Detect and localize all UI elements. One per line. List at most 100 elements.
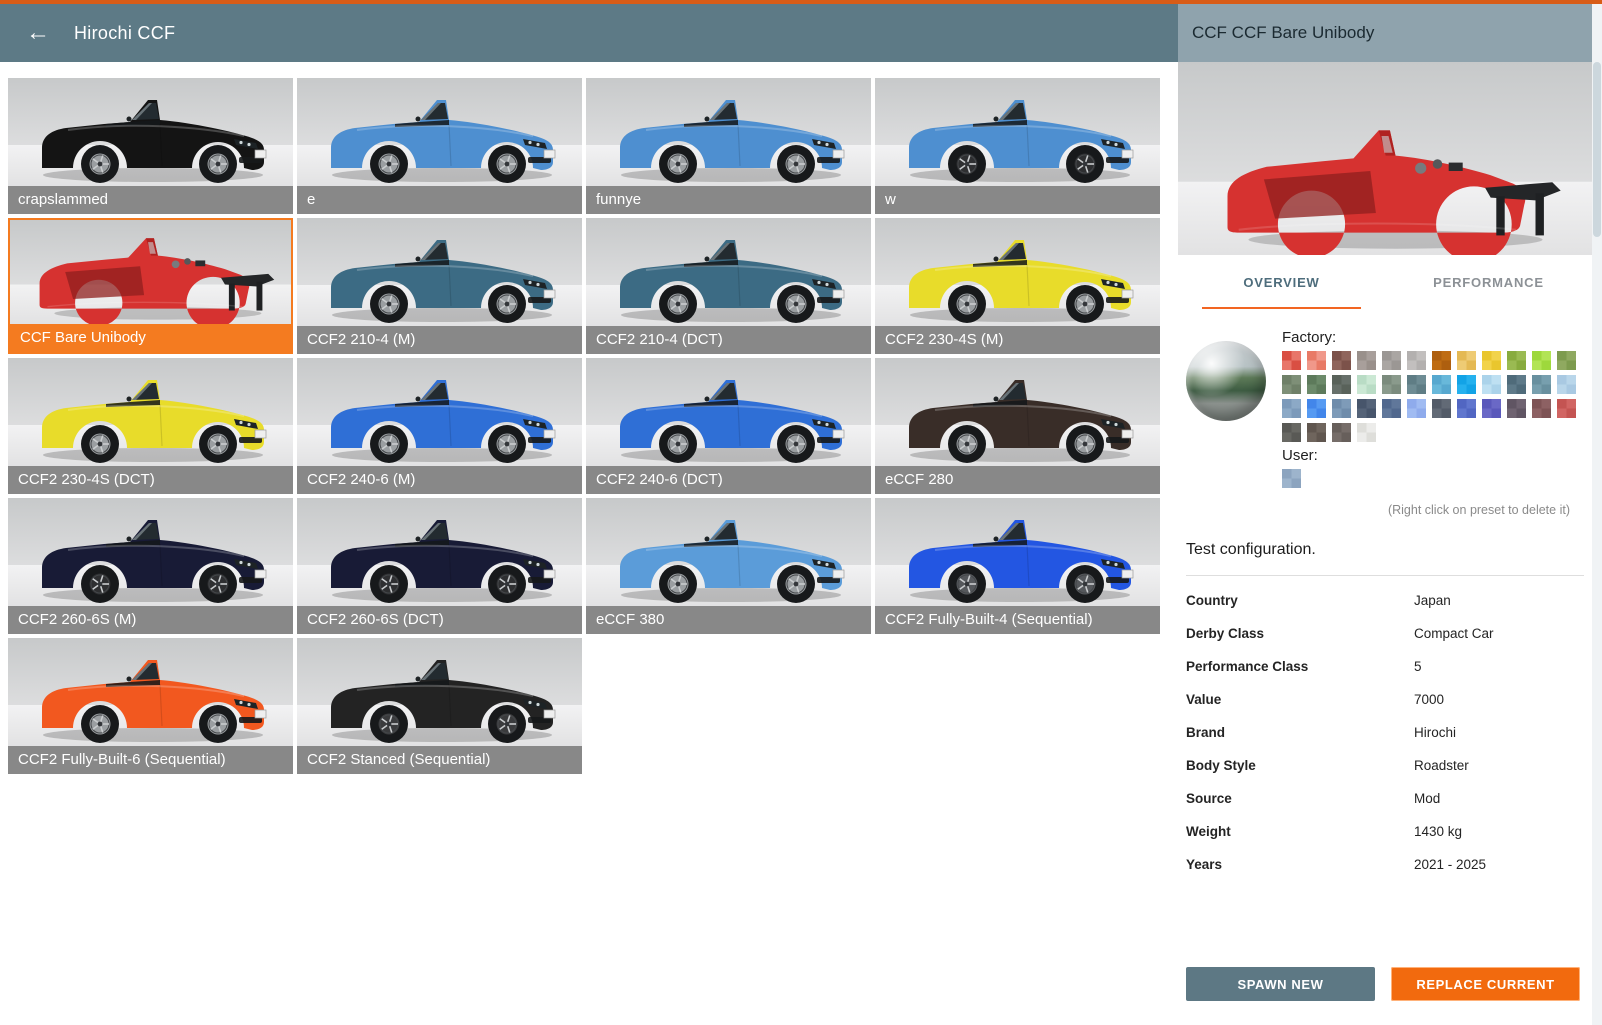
color-swatch[interactable] — [1557, 375, 1576, 394]
selected-config-title: CCF CCF Bare Unibody — [1192, 23, 1375, 42]
vehicle-config-label: CCF2 240-6 (DCT) — [586, 466, 871, 494]
vehicle-config-cell[interactable]: CCF2 230-4S (DCT) — [8, 358, 293, 494]
color-swatch[interactable] — [1407, 399, 1426, 418]
top-accent-strip — [0, 0, 1602, 4]
color-swatch[interactable] — [1432, 399, 1451, 418]
vehicle-config-cell[interactable]: CCF2 260-6S (M) — [8, 498, 293, 634]
vehicle-config-cell[interactable]: CCF2 210-4 (DCT) — [586, 218, 871, 354]
detail-label: Source — [1186, 791, 1232, 806]
tab-overview[interactable]: OVERVIEW — [1178, 255, 1385, 309]
color-swatch[interactable] — [1457, 399, 1476, 418]
color-swatch[interactable] — [1382, 399, 1401, 418]
color-swatch[interactable] — [1557, 351, 1576, 370]
vehicle-config-label: crapslammed — [8, 186, 293, 214]
detail-row: Derby Class Compact Car — [1186, 617, 1584, 650]
color-swatch[interactable] — [1357, 375, 1376, 394]
color-swatch[interactable] — [1457, 351, 1476, 370]
detail-label: Years — [1186, 857, 1223, 872]
vehicle-config-cell[interactable]: CCF2 230-4S (M) — [875, 218, 1160, 354]
color-swatch[interactable] — [1482, 351, 1501, 370]
color-swatch[interactable] — [1282, 469, 1301, 488]
vehicle-config-label: CCF2 Fully-Built-4 (Sequential) — [875, 606, 1160, 634]
swatch-row — [1282, 423, 1576, 442]
vehicle-config-cell[interactable]: CCF Bare Unibody — [8, 218, 293, 354]
vehicle-config-cell[interactable]: CCF2 Fully-Built-4 (Sequential) — [875, 498, 1160, 634]
detail-value: Japan — [1414, 593, 1451, 608]
vehicle-config-label: CCF2 260-6S (M) — [8, 606, 293, 634]
color-swatch[interactable] — [1307, 375, 1326, 394]
vehicle-config-cell[interactable]: eCCF 380 — [586, 498, 871, 634]
vehicle-config-label: CCF Bare Unibody — [10, 324, 291, 352]
factory-label: Factory: — [1282, 329, 1337, 346]
vehicle-config-cell[interactable]: funnye — [586, 78, 871, 214]
color-swatch[interactable] — [1507, 399, 1526, 418]
color-swatch[interactable] — [1307, 399, 1326, 418]
panel-scrollbar[interactable] — [1592, 4, 1602, 1025]
vehicle-config-label: e — [297, 186, 582, 214]
swatch-row — [1282, 399, 1576, 418]
color-swatch[interactable] — [1532, 351, 1551, 370]
color-swatch[interactable] — [1457, 375, 1476, 394]
color-swatch[interactable] — [1332, 351, 1351, 370]
color-swatch[interactable] — [1432, 375, 1451, 394]
vehicle-config-label: eCCF 280 — [875, 466, 1160, 494]
color-swatch[interactable] — [1407, 351, 1426, 370]
detail-value: Mod — [1414, 791, 1441, 806]
detail-row: Body Style Roadster — [1186, 749, 1584, 782]
color-swatch[interactable] — [1507, 375, 1526, 394]
vehicle-config-cell[interactable]: CCF2 210-4 (M) — [297, 218, 582, 354]
color-swatch[interactable] — [1332, 399, 1351, 418]
vehicle-config-cell[interactable]: crapslammed — [8, 78, 293, 214]
color-swatch[interactable] — [1307, 351, 1326, 370]
detail-row: Brand Hirochi — [1186, 716, 1584, 749]
vehicle-config-cell[interactable]: CCF2 260-6S (DCT) — [297, 498, 582, 634]
color-swatch[interactable] — [1557, 399, 1576, 418]
back-arrow-icon[interactable]: ← — [26, 21, 50, 45]
vehicle-config-label: CCF2 Fully-Built-6 (Sequential) — [8, 746, 293, 774]
detail-row: Country Japan — [1186, 584, 1584, 617]
color-swatch[interactable] — [1407, 375, 1426, 394]
vehicle-config-cell[interactable]: CCF2 240-6 (DCT) — [586, 358, 871, 494]
color-swatch[interactable] — [1282, 375, 1301, 394]
replace-current-button[interactable]: REPLACE CURRENT — [1391, 967, 1580, 1001]
vehicle-config-label: w — [875, 186, 1160, 214]
color-swatch[interactable] — [1357, 399, 1376, 418]
swatch-row — [1282, 375, 1576, 394]
config-list-pane: ← Hirochi CCF crapslammed e funnye w CCF… — [0, 4, 1178, 1025]
left-header: ← Hirochi CCF — [0, 4, 1178, 62]
color-swatch[interactable] — [1282, 351, 1301, 370]
color-swatch[interactable] — [1532, 399, 1551, 418]
vehicle-config-cell[interactable]: CCF2 Fully-Built-6 (Sequential) — [8, 638, 293, 774]
vehicle-config-cell[interactable]: CCF2 Stanced (Sequential) — [297, 638, 582, 774]
color-swatch[interactable] — [1282, 423, 1301, 442]
user-swatches — [1282, 469, 1576, 488]
detail-label: Brand — [1186, 725, 1226, 740]
config-grid: crapslammed e funnye w CCF Bare Unibody … — [8, 78, 1178, 774]
tab-performance[interactable]: PERFORMANCE — [1385, 255, 1592, 309]
vehicle-config-cell[interactable]: w — [875, 78, 1160, 214]
color-swatch[interactable] — [1482, 399, 1501, 418]
preset-hint-text: (Right click on preset to delete it) — [1387, 503, 1570, 517]
color-swatch[interactable] — [1507, 351, 1526, 370]
vehicle-config-label: eCCF 380 — [586, 606, 871, 634]
spawn-new-button[interactable]: SPAWN NEW — [1186, 967, 1375, 1001]
color-swatch[interactable] — [1382, 375, 1401, 394]
color-swatch[interactable] — [1532, 375, 1551, 394]
color-swatch[interactable] — [1332, 423, 1351, 442]
swatch-row — [1282, 351, 1576, 370]
color-swatch[interactable] — [1357, 351, 1376, 370]
color-swatch[interactable] — [1282, 399, 1301, 418]
color-swatch[interactable] — [1332, 375, 1351, 394]
color-swatch[interactable] — [1307, 423, 1326, 442]
color-swatch[interactable] — [1432, 351, 1451, 370]
detail-label: Value — [1186, 692, 1222, 707]
detail-row: Weight 1430 kg — [1186, 815, 1584, 848]
color-swatch[interactable] — [1482, 375, 1501, 394]
color-swatch[interactable] — [1382, 351, 1401, 370]
vehicle-config-cell[interactable]: CCF2 240-6 (M) — [297, 358, 582, 494]
vehicle-config-screen: ← Hirochi CCF crapslammed e funnye w CCF… — [0, 4, 1602, 1025]
color-swatch[interactable] — [1357, 423, 1376, 442]
vehicle-config-cell[interactable]: e — [297, 78, 582, 214]
panel-scrollbar-thumb[interactable] — [1593, 62, 1601, 237]
vehicle-config-cell[interactable]: eCCF 280 — [875, 358, 1160, 494]
